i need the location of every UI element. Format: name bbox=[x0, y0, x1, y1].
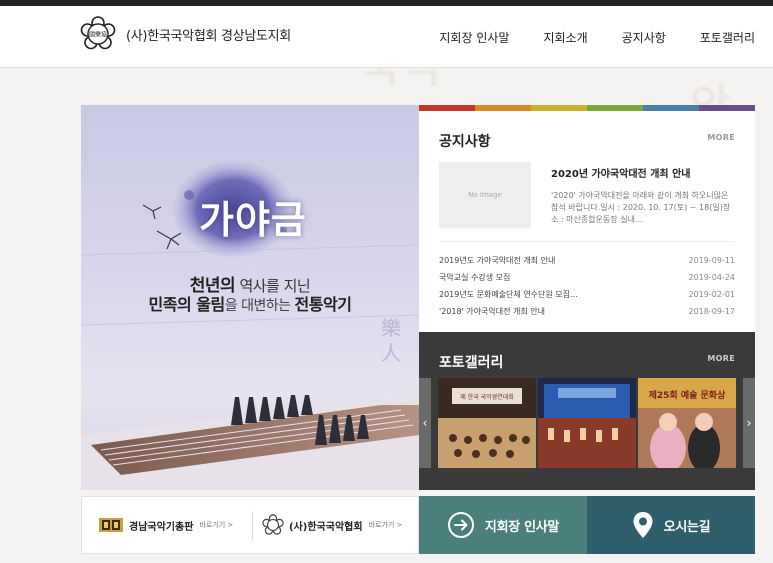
divider bbox=[252, 511, 253, 541]
link-korea-gugak[interactable]: (사)한국국악협회 바로가기 > bbox=[262, 497, 402, 553]
nav-gallery[interactable]: 포토갤러리 bbox=[683, 6, 773, 68]
nav-greeting[interactable]: 지회장 인사말 bbox=[422, 6, 526, 68]
hero-word: 가야금 bbox=[199, 198, 307, 242]
featured-notice-desc: '2020' 가야국악대전을 아래와 같이 개최 하오니많은 참석 바랍니다.일… bbox=[551, 191, 731, 224]
emblem-icon: 國樂協 bbox=[80, 16, 116, 50]
notice-panel: 공지사항 MORE No Image 2020년 가야국악대전 개최 안내 '2… bbox=[419, 111, 755, 332]
svg-text:人: 人 bbox=[381, 341, 401, 365]
no-image-placeholder[interactable]: No Image bbox=[439, 162, 531, 228]
gallery-thumbs: 제 한국 국악경연대회 제25회 예술 문화상 bbox=[438, 378, 736, 468]
list-item[interactable]: 국악교실 수강생 모집 2019-04-24 bbox=[439, 269, 735, 286]
svg-text:제25회 예술 문화상: 제25회 예술 문화상 bbox=[649, 389, 726, 401]
notice-title: 공지사항 bbox=[439, 134, 491, 150]
link-instrument-store[interactable]: 경남국악기총판 바로가기 > bbox=[98, 497, 233, 553]
photo-gallery-panel: 포토갤러리 MORE ‹ 제 한국 국악경연대회 제25회 예술 문화상 › bbox=[419, 332, 755, 490]
gallery-title: 포토갤러리 bbox=[439, 355, 504, 371]
directions-button[interactable]: 오시는길 bbox=[587, 496, 755, 554]
gallery-thumb[interactable]: 제25회 예술 문화상 bbox=[638, 378, 736, 468]
greeting-button[interactable]: 지회장 인사말 bbox=[419, 496, 587, 554]
gallery-prev-arrow[interactable]: ‹ bbox=[419, 378, 431, 468]
notice-list: 2019년도 가야국악대전 개최 안내 2019-09-11 국악교실 수강생 모… bbox=[439, 252, 735, 320]
list-item[interactable]: '2018' 가야국악대전 개최 안내 2018-09-17 bbox=[439, 303, 735, 320]
gallery-more-link[interactable]: MORE bbox=[707, 354, 735, 363]
site-logo[interactable]: 國樂協 (사)한국국악협회 경상남도지회 bbox=[80, 16, 291, 52]
arrow-right-circle-icon bbox=[447, 512, 474, 538]
main-nav: 지회장 인사말 지회소개 공지사항 포토갤러리 bbox=[422, 6, 773, 68]
map-pin-icon bbox=[633, 512, 653, 538]
gallery-thumb[interactable] bbox=[538, 378, 636, 468]
hero-slider[interactable]: 樂人 가야금 천년의 역사를 지닌 민족의 울림을 대변하는 전통악기 bbox=[81, 105, 419, 490]
site-header: 國樂協 (사)한국국악협회 경상남도지회 지회장 인사말 지회소개 공지사항 포… bbox=[0, 6, 773, 68]
list-item[interactable]: 2019년도 문화예술단체 연수단원 모집... 2019-02-01 bbox=[439, 286, 735, 303]
list-item[interactable]: 2019년도 가야국악대전 개최 안내 2019-09-11 bbox=[439, 252, 735, 269]
svg-text:國樂協: 國樂協 bbox=[89, 31, 107, 39]
svg-text:제 한국 국악경연대회: 제 한국 국악경연대회 bbox=[460, 393, 514, 401]
featured-notice-title[interactable]: 2020년 가야국악대전 개최 안내 bbox=[551, 165, 690, 180]
hero-line2: 민족의 울림을 대변하는 전통악기 bbox=[148, 295, 352, 314]
nav-notice[interactable]: 공지사항 bbox=[605, 6, 683, 68]
gallery-next-arrow[interactable]: › bbox=[743, 378, 755, 468]
divider bbox=[439, 241, 735, 242]
org-name: (사)한국국악협회 경상남도지회 bbox=[126, 28, 291, 44]
svg-text:樂: 樂 bbox=[381, 316, 401, 340]
emblem-icon bbox=[262, 514, 284, 535]
nav-about[interactable]: 지회소개 bbox=[526, 6, 604, 68]
notice-more-link[interactable]: MORE bbox=[707, 133, 735, 142]
book-icon bbox=[99, 518, 123, 532]
gallery-thumb[interactable]: 제 한국 국악경연대회 bbox=[438, 378, 536, 468]
quick-links: 경남국악기총판 바로가기 > (사)한국국악협회 바로가기 > bbox=[81, 496, 419, 554]
